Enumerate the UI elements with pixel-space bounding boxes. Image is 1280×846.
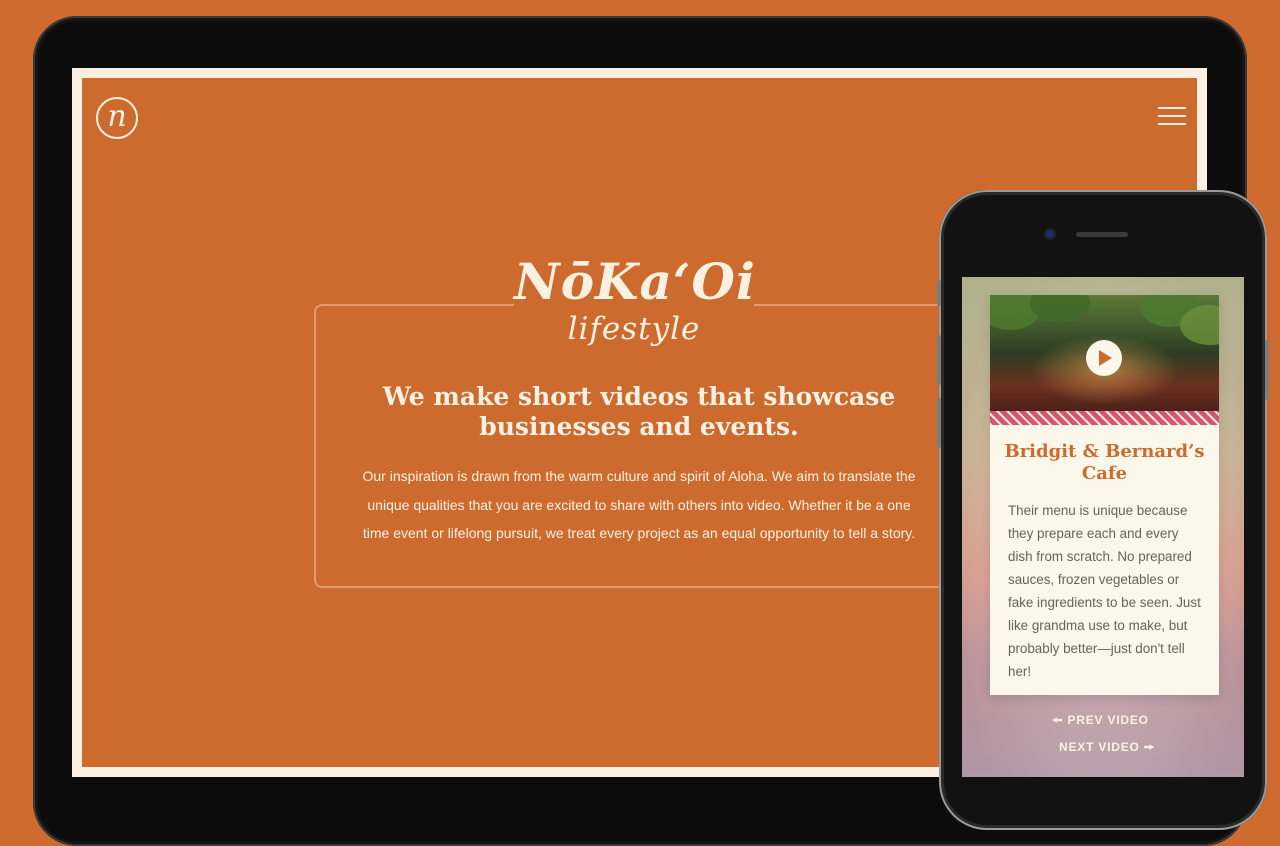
menu-line xyxy=(1158,107,1186,109)
video-title: Bridgit & Bernard’s Cafe xyxy=(1004,441,1205,484)
camera-icon xyxy=(1046,230,1054,238)
page-headline: We make short videos that showcase busin… xyxy=(382,382,896,441)
menu-line xyxy=(1158,115,1186,117)
phone-side-button xyxy=(937,280,941,306)
brand-logo: NōKa‘Oi lifestyle xyxy=(514,250,756,355)
foliage xyxy=(1030,295,1090,323)
arrow-left-icon: 🠘 xyxy=(1052,713,1064,727)
prev-video-label: PREV VIDEO xyxy=(1067,713,1149,727)
next-video-link[interactable]: NEXT VIDEO 🠚 xyxy=(1059,738,1155,759)
prev-video-link[interactable]: 🠘 PREV VIDEO xyxy=(1052,711,1149,732)
hamburger-menu-icon[interactable] xyxy=(1158,105,1186,127)
speaker-grille xyxy=(1076,232,1128,237)
lattice-fence xyxy=(990,411,1219,425)
phone-side-button xyxy=(937,398,941,448)
phone-side-button xyxy=(937,335,941,385)
video-card: Bridgit & Bernard’s Cafe Their menu is u… xyxy=(990,295,1219,695)
arrow-right-icon: 🠚 xyxy=(1143,740,1156,754)
menu-line xyxy=(1158,123,1186,125)
phone-side-button xyxy=(1265,340,1269,400)
brand-name: NōKa‘Oi xyxy=(514,252,756,311)
next-video-label: NEXT VIDEO xyxy=(1059,740,1140,754)
logo-n-icon[interactable]: n xyxy=(96,97,138,139)
mobile-site: Bridgit & Bernard’s Cafe Their menu is u… xyxy=(962,277,1244,777)
video-description: Their menu is unique because they prepar… xyxy=(1008,503,1201,679)
intro-paragraph: Our inspiration is drawn from the warm c… xyxy=(362,468,916,541)
video-thumbnail[interactable] xyxy=(990,295,1219,425)
play-icon[interactable] xyxy=(1086,340,1122,376)
brand-tagline: lifestyle xyxy=(567,311,701,347)
